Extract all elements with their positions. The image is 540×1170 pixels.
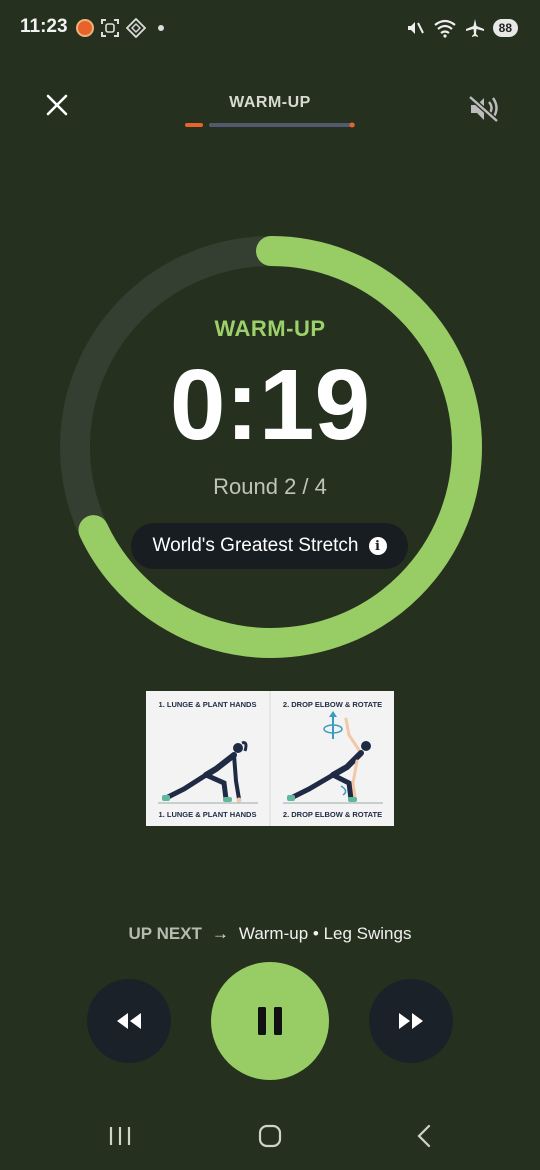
mute-audio-button[interactable] xyxy=(464,88,504,128)
recents-icon xyxy=(109,1127,131,1145)
countdown-timer: 0:19 xyxy=(169,349,371,461)
illustration-step-2: 2. DROP ELBOW & ROTATE 2. DROP ELBOW & R… xyxy=(271,691,394,826)
arrow-right-icon: → xyxy=(211,924,229,943)
illustration-step-1: 1. LUNGE & PLANT HANDS 1. LUNGE & PLANT … xyxy=(146,691,269,826)
workout-progress-bar xyxy=(185,115,355,128)
progress-remaining-segment xyxy=(209,123,355,127)
status-notification-icons xyxy=(76,16,164,40)
up-next-exercise: Warm-up • Leg Swings xyxy=(238,924,412,943)
previous-button[interactable] xyxy=(87,979,171,1063)
up-next-label: UP NEXT xyxy=(128,924,202,943)
speaker-off-icon xyxy=(468,95,499,123)
progress-end-dot xyxy=(349,122,355,128)
exercise-illustration: 1. LUNGE & PLANT HANDS 1. LUNGE & PLANT … xyxy=(146,691,394,826)
app-notification-icon xyxy=(76,19,94,37)
workout-phase-title: WARM-UP xyxy=(229,94,311,111)
progress-done-segment xyxy=(185,123,203,127)
battery-indicator: 88 xyxy=(492,19,518,37)
pause-button[interactable] xyxy=(211,962,329,1080)
lunge-figure xyxy=(158,741,258,804)
up-next-row: UP NEXT → Warm-up • Leg Swings xyxy=(0,924,540,944)
status-time: 11:23 xyxy=(20,16,68,37)
screenshot-icon xyxy=(101,19,119,37)
fast-forward-icon xyxy=(399,1013,423,1029)
phase-label: WARM-UP xyxy=(214,316,326,341)
next-button[interactable] xyxy=(369,979,453,1063)
home-button[interactable] xyxy=(250,1118,290,1154)
rotate-figure xyxy=(283,711,383,804)
info-icon: i xyxy=(368,537,387,555)
round-counter: Round 2 / 4 xyxy=(213,474,327,499)
exercise-name: World's Greatest Stretch xyxy=(152,535,359,556)
recent-apps-button[interactable] xyxy=(100,1118,140,1154)
rewind-icon xyxy=(117,1013,141,1029)
airplane-icon xyxy=(465,19,484,37)
pause-icon xyxy=(258,1007,282,1035)
back-button[interactable] xyxy=(404,1118,444,1154)
step-2-caption-bottom: 2. DROP ELBOW & ROTATE xyxy=(282,810,383,819)
mute-status-icon xyxy=(407,22,424,34)
more-notifications-dot xyxy=(158,25,164,31)
wifi-icon xyxy=(433,19,456,38)
exercise-name-button[interactable]: World's Greatest Stretch i xyxy=(131,523,408,569)
diamond-app-icon xyxy=(126,18,146,38)
step-1-caption-bottom: 1. LUNGE & PLANT HANDS xyxy=(158,810,257,819)
status-system-icons: 88 xyxy=(405,16,518,40)
home-icon xyxy=(258,1124,282,1148)
back-icon xyxy=(417,1124,431,1148)
